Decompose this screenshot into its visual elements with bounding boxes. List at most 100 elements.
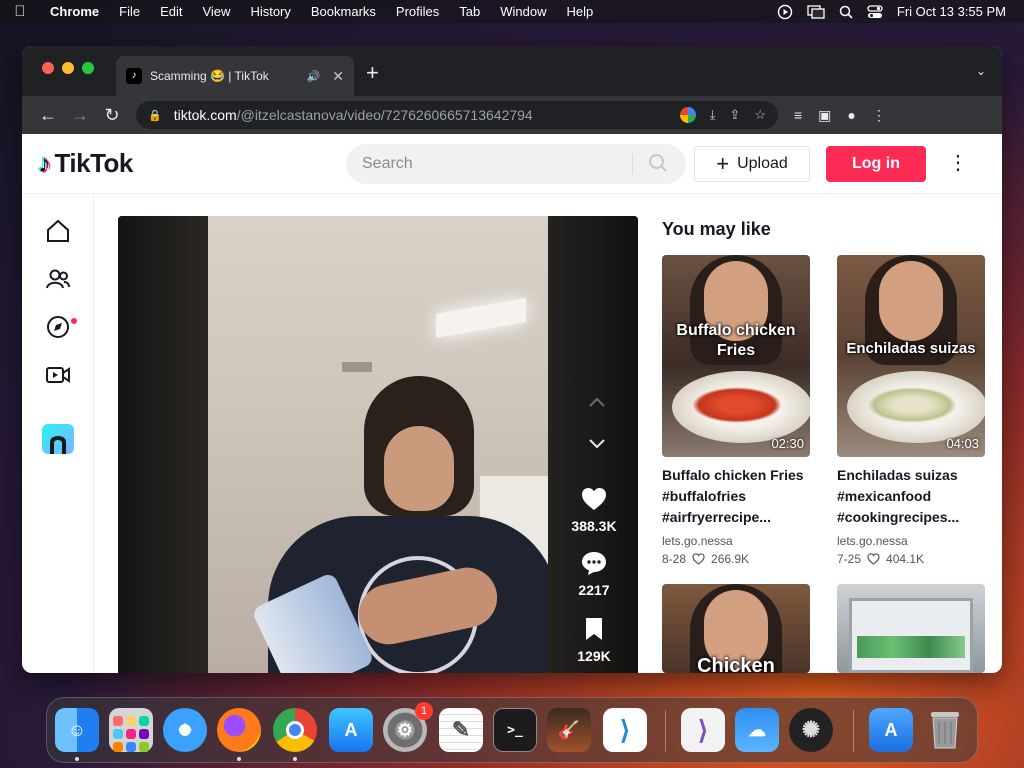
bookmark-icon[interactable] [580,616,608,642]
close-tab-icon[interactable]: ✕ [332,68,344,85]
visual-studio-icon[interactable]: ⟩ [681,708,725,752]
menubar-clock[interactable]: Fri Oct 13 3:55 PM [897,4,1006,19]
video-frame[interactable] [208,216,548,673]
login-button[interactable]: Log in [826,146,926,182]
reload-button[interactable]: ↻ [96,105,128,126]
card-author[interactable]: lets.go.nessa [837,534,985,548]
profile-avatar[interactable] [42,424,74,454]
tiktok-logo[interactable]: ♪ TikTok [38,148,133,179]
speaker-icon[interactable]: 🔊 [307,70,321,83]
zoom-window-button[interactable] [82,62,94,74]
video-player[interactable]: 388.3K 2217 129K [118,216,638,673]
ceiling-light [436,298,526,338]
following-icon[interactable] [44,265,72,293]
google-lens-icon[interactable] [679,107,696,123]
card-title[interactable]: Buffalo chicken Fries #buffalofries #air… [662,465,810,528]
address-bar[interactable]: 🔒 tiktok.com/@itzelcastanova/video/72762… [136,101,778,129]
card-meta: 7-25 404.1K [837,552,985,566]
terminal-icon[interactable]: >_ [493,708,537,752]
browser-toolbar: ← → ↻ 🔒 tiktok.com/@itzelcastanova/video… [22,96,1002,134]
search-icon[interactable] [648,153,668,173]
install-app-icon[interactable]: ⤓ [710,107,716,123]
screen-mirroring-icon[interactable] [807,4,825,19]
home-icon[interactable] [44,217,72,245]
upload-label: Upload [737,155,788,172]
weather-icon[interactable]: ☁ [735,708,779,752]
chrome-menu-icon[interactable]: ⋮ [872,107,886,124]
video-thumbnail[interactable] [837,584,985,673]
tab-tiktok[interactable]: ♪ Scamming 😂 | TikTok 🔊 ✕ [116,56,354,96]
garageband-icon[interactable]: 🎸 [547,708,591,752]
close-window-button[interactable] [42,62,54,74]
forward-button[interactable]: → [64,105,96,126]
comment-action[interactable]: 2217 [564,550,624,598]
app-store-downloads-icon[interactable]: A [869,708,913,752]
next-video-chevron-down-icon[interactable] [588,438,606,450]
chrome-icon[interactable] [273,708,317,752]
vscode-icon[interactable]: ⟩ [603,708,647,752]
menu-app-chrome[interactable]: Chrome [40,4,109,19]
comment-icon[interactable] [580,550,608,576]
recommended-video-card[interactable]: Buffalo chicken Fries 02:30 Buffalo chic… [662,255,810,566]
site-info-icon[interactable]: 🔒 [148,109,162,122]
menu-history[interactable]: History [240,4,300,19]
like-action[interactable]: 388.3K [564,486,624,534]
menu-edit[interactable]: Edit [150,4,192,19]
finder-icon[interactable]: ☺ [55,708,99,752]
save-action[interactable]: 129K [564,616,624,664]
tab-search-chevron-icon[interactable]: ⌄ [976,64,986,78]
macos-dock: ☺ ✦ A ⚙ 1 ✎ >_ 🎸 ⟩ ⟩ ☁ ✺ A [46,697,978,763]
menu-view[interactable]: View [192,4,240,19]
menu-tab[interactable]: Tab [449,4,490,19]
card-author[interactable]: lets.go.nessa [662,534,810,548]
recommended-video-card[interactable] [837,584,985,673]
app-store-icon[interactable]: A [329,708,373,752]
search-input[interactable]: Search [346,144,686,184]
new-tab-button[interactable]: + [366,60,379,86]
you-may-like-heading: You may like [662,219,771,239]
card-title[interactable]: Enchiladas suizas #mexicanfood #cookingr… [837,465,985,528]
minimize-window-button[interactable] [62,62,74,74]
share-icon[interactable]: ⇪ [729,107,740,123]
previous-video-chevron-up-icon[interactable] [588,396,606,408]
explore-compass-icon[interactable] [44,313,72,341]
dock-separator [853,710,854,752]
textedit-icon[interactable]: ✎ [439,708,483,752]
recommended-video-card[interactable]: Chicken [662,584,810,673]
thumbnail-caption: Buffalo chicken Fries [676,322,796,359]
menu-profiles[interactable]: Profiles [386,4,449,19]
search-divider [632,154,633,174]
video-thumbnail[interactable]: Chicken [662,584,810,673]
upload-button[interactable]: + Upload [694,146,810,182]
safari-icon[interactable]: ✦ [163,708,207,752]
spotlight-search-icon[interactable] [839,5,853,19]
menu-bookmarks[interactable]: Bookmarks [301,4,386,19]
profile-icon[interactable]: ● [847,107,855,124]
launchpad-icon[interactable] [109,708,153,752]
left-nav-rail [22,195,94,673]
heart-icon[interactable] [580,486,608,512]
video-thumbnail[interactable]: Buffalo chicken Fries 02:30 [662,255,810,457]
media-controls-icon[interactable]: ≡ [794,107,802,124]
side-panel-icon[interactable]: ▣ [818,107,831,124]
back-button[interactable]: ← [32,105,64,126]
menu-window[interactable]: Window [490,4,556,19]
comment-count: 2217 [578,582,610,598]
apple-menu-icon[interactable]:  [0,3,40,20]
live-video-icon[interactable] [44,361,72,389]
menu-help[interactable]: Help [557,4,604,19]
video-thumbnail[interactable]: Enchiladas suizas 04:03 [837,255,985,457]
widget-icon[interactable]: ✺ [789,708,833,752]
thumbnail-caption: Enchiladas suizas [846,340,976,357]
trash-icon[interactable] [923,708,967,752]
bookmark-star-icon[interactable]: ☆ [754,107,766,123]
firefox-icon[interactable] [217,708,261,752]
more-options-icon[interactable]: ⋮ [948,150,968,175]
macos-menubar:  Chrome File Edit View History Bookmark… [0,0,1024,23]
heart-outline-icon [692,553,705,565]
recommended-video-card[interactable]: Enchiladas suizas 04:03 Enchiladas suiza… [837,255,985,566]
menu-file[interactable]: File [109,4,150,19]
tiktok-wordmark: TikTok [54,148,134,178]
control-center-icon[interactable] [867,4,883,19]
play-status-icon[interactable] [777,4,793,20]
